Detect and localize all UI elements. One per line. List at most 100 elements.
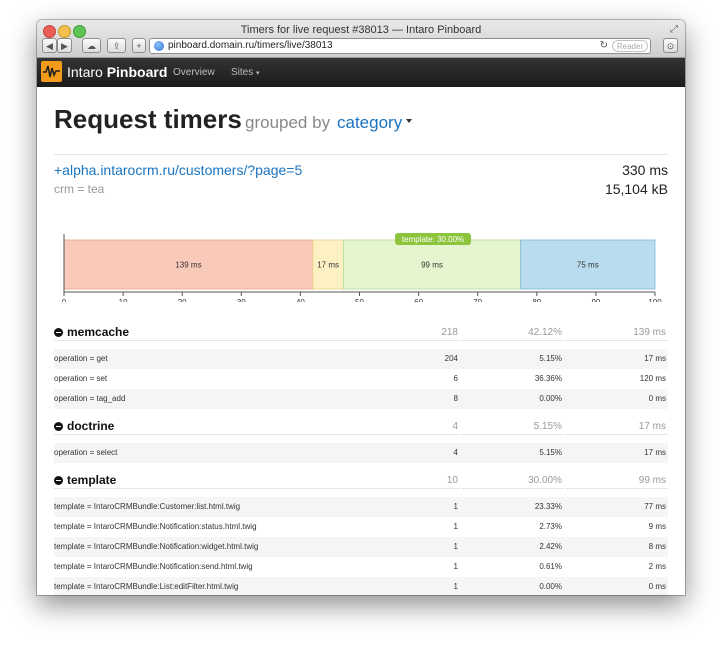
row-time: 77 ms bbox=[644, 502, 666, 511]
row-time: 0 ms bbox=[648, 582, 666, 591]
chart-x-tick-label: 60 bbox=[414, 298, 423, 302]
row-percent: 5.15% bbox=[539, 448, 562, 457]
row-count: 1 bbox=[453, 522, 458, 531]
chart-tooltip-text: template: 30.00% bbox=[402, 235, 464, 244]
grouped-by-label: grouped by bbox=[245, 113, 331, 132]
request-size: 15,104 kB bbox=[604, 181, 668, 197]
pinboard-logo-icon[interactable] bbox=[41, 61, 62, 82]
chart-x-tick-label: 0 bbox=[62, 298, 67, 302]
row-count: 1 bbox=[453, 542, 458, 551]
request-url-link[interactable]: +alpha.intarocrm.ru/customers/?page=5 bbox=[54, 162, 302, 178]
divider bbox=[54, 154, 668, 155]
group-count: 4 bbox=[452, 421, 458, 432]
collapse-minus-icon[interactable] bbox=[54, 422, 63, 431]
row-count: 1 bbox=[453, 502, 458, 511]
downloads-button[interactable]: ⊙ bbox=[663, 38, 678, 53]
row-key: template = IntaroCRMBundle:Notification:… bbox=[54, 542, 259, 551]
row-key: template = IntaroCRMBundle:List:editFilt… bbox=[54, 582, 239, 591]
table-row: operation = select 4 5.15% 17 ms bbox=[54, 443, 668, 463]
group-by-dropdown[interactable]: category bbox=[337, 113, 402, 133]
row-percent: 0.00% bbox=[539, 394, 562, 403]
fullscreen-icon[interactable]: ⤢ bbox=[670, 24, 678, 35]
table-row: template = IntaroCRMBundle:Notification:… bbox=[54, 517, 668, 537]
chart-bar-label: 75 ms bbox=[577, 261, 599, 270]
row-time: 9 ms bbox=[648, 522, 666, 531]
reader-button[interactable]: Reader bbox=[612, 40, 648, 52]
table-row: template = IntaroCRMBundle:Customer:list… bbox=[54, 497, 668, 517]
row-time: 8 ms bbox=[648, 542, 666, 551]
row-percent: 2.42% bbox=[539, 542, 562, 551]
table-row: operation = set 6 36.36% 120 ms bbox=[54, 369, 668, 389]
table-row: operation = tag_add 8 0.00% 0 ms bbox=[54, 389, 668, 409]
row-time: 17 ms bbox=[644, 354, 666, 363]
row-percent: 0.00% bbox=[539, 582, 562, 591]
timers-chart: 139 ms 17 ms 99 ms 75 ms 0 10 20 30 40 50 60 70 80 90… bbox=[62, 233, 662, 302]
group-divider bbox=[54, 340, 460, 341]
row-key: template = IntaroCRMBundle:Notification:… bbox=[54, 562, 253, 571]
globe-icon bbox=[154, 41, 164, 51]
row-percent: 2.73% bbox=[539, 522, 562, 531]
chart-x-tick-label: 70 bbox=[473, 298, 482, 302]
request-time: 330 ms bbox=[622, 162, 668, 178]
table-row: operation = get 204 5.15% 17 ms bbox=[54, 349, 668, 369]
browser-window: Timers for live request #38013 — Intaro … bbox=[37, 20, 685, 595]
group-divider bbox=[566, 488, 668, 489]
address-bar[interactable]: pinboard.domain.ru/timers/live/38013 ↻ R… bbox=[149, 38, 651, 54]
row-count: 204 bbox=[444, 354, 458, 363]
nav-overview[interactable]: Overview bbox=[173, 67, 215, 78]
group-divider bbox=[566, 434, 668, 435]
table-row: template = IntaroCRMBundle:Notification:… bbox=[54, 557, 668, 577]
group-time: 17 ms bbox=[638, 421, 666, 432]
group-title-memcache[interactable]: memcache bbox=[54, 325, 129, 339]
group-title-doctrine[interactable]: doctrine bbox=[54, 419, 114, 433]
brand-link[interactable]: Intaro Pinboard bbox=[67, 64, 167, 80]
forward-button[interactable]: ▶ bbox=[57, 38, 72, 53]
row-count: 8 bbox=[453, 394, 458, 403]
share-button[interactable]: ⇪ bbox=[107, 38, 126, 53]
caret-down-icon[interactable] bbox=[406, 119, 412, 123]
icloud-tabs-button[interactable]: ☁ bbox=[82, 38, 101, 53]
chart-bar-label: 17 ms bbox=[317, 261, 339, 270]
row-percent: 36.36% bbox=[534, 374, 562, 383]
page-title: Request timers bbox=[54, 104, 242, 134]
group-percent: 42.12% bbox=[528, 327, 562, 338]
row-count: 4 bbox=[453, 448, 458, 457]
group-name: template bbox=[67, 473, 117, 487]
group-time: 139 ms bbox=[633, 327, 666, 338]
collapse-minus-icon[interactable] bbox=[54, 328, 63, 337]
row-key: operation = select bbox=[54, 448, 118, 457]
nav-sites-dropdown[interactable]: Sites ▾ bbox=[231, 67, 260, 78]
row-key: operation = set bbox=[54, 374, 108, 383]
group-divider bbox=[54, 488, 460, 489]
group-divider bbox=[462, 434, 564, 435]
table-row: template = IntaroCRMBundle:Notification:… bbox=[54, 537, 668, 557]
row-key: template = IntaroCRMBundle:Customer:list… bbox=[54, 502, 241, 511]
row-time: 120 ms bbox=[639, 374, 666, 383]
chart-x-tick-label: 10 bbox=[119, 298, 128, 302]
app-navbar: Intaro Pinboard Overview Sites ▾ bbox=[37, 58, 685, 87]
reload-icon[interactable]: ↻ bbox=[600, 40, 608, 51]
row-key: operation = get bbox=[54, 354, 108, 363]
collapse-minus-icon[interactable] bbox=[54, 476, 63, 485]
row-time: 0 ms bbox=[648, 394, 666, 403]
group-percent: 30.00% bbox=[528, 475, 562, 486]
group-name: memcache bbox=[67, 325, 130, 339]
group-count: 10 bbox=[446, 475, 458, 486]
row-count: 1 bbox=[453, 582, 458, 591]
window-title: Timers for live request #38013 — Intaro … bbox=[240, 24, 482, 36]
url-text[interactable]: pinboard.domain.ru/timers/live/38013 bbox=[168, 40, 333, 51]
row-time: 2 ms bbox=[648, 562, 666, 571]
chart-x-tick-label: 20 bbox=[178, 298, 187, 302]
chart-x-tick-label: 80 bbox=[532, 298, 541, 302]
row-count: 6 bbox=[453, 374, 458, 383]
request-tag: crm = tea bbox=[54, 182, 105, 196]
back-button[interactable]: ◀ bbox=[42, 38, 57, 53]
chevron-down-icon: ▾ bbox=[256, 70, 260, 77]
chart-x-tick-label: 30 bbox=[237, 298, 246, 302]
add-bookmark-button[interactable]: + bbox=[132, 38, 146, 53]
group-divider bbox=[566, 340, 668, 341]
row-time: 17 ms bbox=[644, 448, 666, 457]
chart-x-tick-label: 90 bbox=[591, 298, 600, 302]
group-title-template[interactable]: template bbox=[54, 473, 116, 487]
group-name: doctrine bbox=[67, 419, 115, 433]
